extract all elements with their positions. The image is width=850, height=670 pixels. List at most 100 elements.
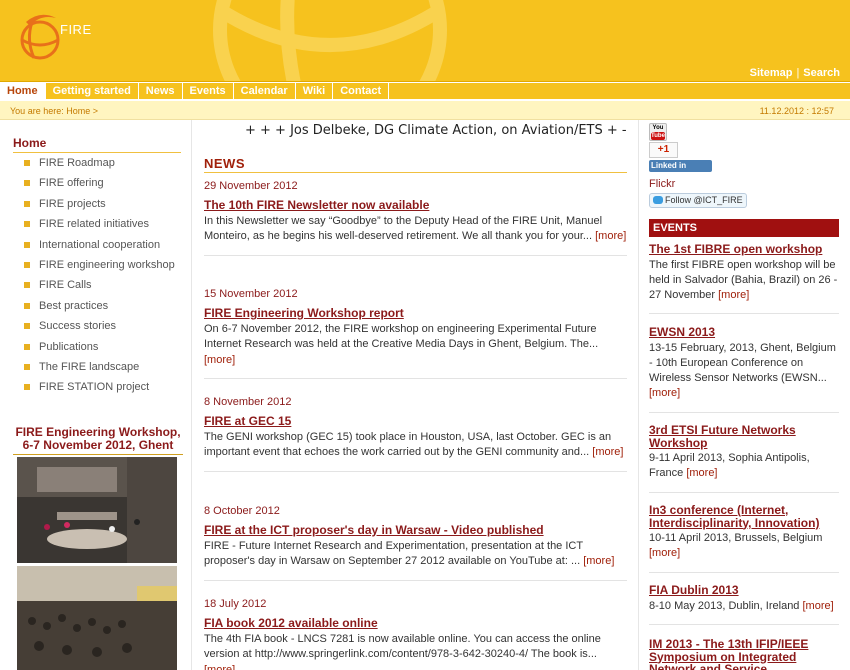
left-sidebar: Home FIRE Roadmap FIRE offering FIRE pro…: [0, 120, 192, 670]
nav-wiki[interactable]: Wiki: [296, 83, 334, 100]
event-more-link[interactable]: [more]: [686, 467, 717, 479]
news-item: 18 July 2012 FIA book 2012 available onl…: [204, 598, 627, 670]
sidebar-item-international-cooperation[interactable]: International cooperation: [24, 238, 175, 258]
event-more-link[interactable]: [more]: [803, 600, 834, 612]
news-title-link[interactable]: FIRE at GEC 15: [204, 414, 627, 430]
news-more-link[interactable]: [more]: [583, 555, 614, 567]
sidebar-item-calls[interactable]: FIRE Calls: [24, 278, 175, 298]
workshop-photo-2[interactable]: [17, 566, 177, 670]
news-more-link[interactable]: [more]: [592, 446, 623, 458]
sidebar-title[interactable]: Home: [13, 136, 181, 153]
bullet-icon: [24, 200, 30, 207]
divider: [649, 571, 839, 573]
divider: [204, 579, 627, 581]
google-plus-button[interactable]: +1: [649, 142, 678, 158]
bullet-icon: [24, 282, 30, 289]
workshop-photo-1[interactable]: [17, 457, 177, 563]
event-title-link[interactable]: FIA Dublin 2013: [649, 584, 839, 597]
twitter-bird-icon: [653, 196, 663, 204]
divider: [204, 377, 627, 379]
news-item: 8 November 2012 FIRE at GEC 15 The GENI …: [204, 396, 627, 472]
twitter-follow-button[interactable]: Follow @ICT_FIRE: [649, 193, 747, 208]
news-title-link[interactable]: FIRE Engineering Workshop report: [204, 306, 627, 322]
event-title-link[interactable]: EWSN 2013: [649, 326, 839, 339]
nav-calendar[interactable]: Calendar: [234, 83, 296, 100]
event-title-link[interactable]: IM 2013 - The 13th IFIP/IEEE Symposium o…: [649, 638, 839, 670]
sidebar-item-offering[interactable]: FIRE offering: [24, 176, 175, 196]
news-ticker[interactable]: + + + Jos Delbeke, DG Climate Action, on…: [245, 123, 627, 138]
event-item: FIA Dublin 2013 8-10 May 2013, Dublin, I…: [649, 584, 839, 625]
event-more-link[interactable]: [more]: [718, 289, 749, 301]
breadcrumb: You are here: Home > 11.12.2012 : 12:57: [0, 101, 850, 120]
event-item: In3 conference (Internet, Interdisciplin…: [649, 504, 839, 573]
fire-logo-icon[interactable]: [16, 10, 64, 68]
bullet-icon: [24, 160, 30, 166]
sitemap-link[interactable]: Sitemap: [750, 67, 793, 79]
breadcrumb-home-link[interactable]: Home >: [66, 106, 98, 116]
event-more-link[interactable]: [more]: [649, 547, 680, 559]
bullet-icon: [24, 241, 30, 248]
event-body: 10-11 April 2013, Brussels, Belgium [mor…: [649, 532, 823, 560]
news-more-link[interactable]: [more]: [595, 230, 626, 242]
event-item: The 1st FIBRE open workshop The first FI…: [649, 243, 839, 315]
sidebar-item-station-project[interactable]: FIRE STATION project: [24, 380, 175, 400]
news-date: 8 October 2012: [204, 505, 280, 517]
news-item: 8 October 2012 FIRE at the ICT proposer'…: [204, 505, 627, 581]
divider: [649, 313, 839, 315]
news-date: 8 November 2012: [204, 396, 292, 408]
sidebar-item-publications[interactable]: Publications: [24, 340, 175, 360]
news-body: In this Newsletter we say “Goodbye” to t…: [204, 215, 627, 243]
news-body: On 6-7 November 2012, the FIRE workshop …: [204, 323, 599, 366]
news-title-link[interactable]: FIA book 2012 available online: [204, 616, 627, 632]
nav-news[interactable]: News: [139, 83, 183, 100]
nav-events[interactable]: Events: [183, 83, 234, 100]
event-item: 3rd ETSI Future Networks Workshop 9-11 A…: [649, 424, 839, 493]
news-body: The 4th FIA book - LNCS 7281 is now avai…: [204, 632, 627, 670]
divider: [204, 254, 627, 256]
nav-contact[interactable]: Contact: [333, 83, 390, 100]
bullet-icon: [24, 384, 30, 391]
right-sidebar: You Tube +1 Linked in profile Flickr Foll…: [638, 120, 850, 670]
news-date: 15 November 2012: [204, 288, 298, 300]
event-item: IM 2013 - The 13th IFIP/IEEE Symposium o…: [649, 638, 839, 670]
nav-home[interactable]: Home: [0, 83, 46, 100]
sidebar-item-best-practices[interactable]: Best practices: [24, 299, 175, 319]
news-title-link[interactable]: The 10th FIRE Newsletter now available: [204, 198, 627, 214]
search-link[interactable]: Search: [803, 67, 840, 79]
nav-getting-started[interactable]: Getting started: [46, 83, 139, 100]
divider: [204, 470, 627, 472]
bullet-icon: [24, 221, 30, 228]
bullet-icon: [24, 343, 30, 350]
sidebar-item-success-stories[interactable]: Success stories: [24, 319, 175, 339]
news-section-title: NEWS: [204, 156, 627, 173]
sidebar-item-roadmap[interactable]: FIRE Roadmap: [24, 156, 175, 176]
youtube-icon[interactable]: You Tube: [649, 123, 667, 141]
news-date: 18 July 2012: [204, 598, 267, 610]
event-item: EWSN 2013 13-15 February, 2013, Ghent, B…: [649, 326, 839, 413]
event-more-link[interactable]: [more]: [649, 387, 680, 399]
event-body: 13-15 February, 2013, Ghent, Belgium - 1…: [649, 341, 836, 400]
news-body: FIRE - Future Internet Research and Expe…: [204, 540, 615, 568]
event-body: The first FIBRE open workshop will be he…: [649, 258, 838, 302]
current-datetime: 11.12.2012 : 12:57: [759, 106, 834, 116]
news-more-link[interactable]: [more]: [204, 664, 235, 670]
linkedin-profile-button[interactable]: Linked in profile: [649, 160, 712, 182]
workshop-title[interactable]: FIRE Engineering Workshop, 6-7 November …: [13, 426, 183, 455]
event-body: 8-10 May 2013, Dublin, Ireland [more]: [649, 599, 834, 612]
sidebar-item-landscape[interactable]: The FIRE landscape: [24, 360, 175, 380]
news-title-link[interactable]: FIRE at the ICT proposer's day in Warsaw…: [204, 523, 627, 539]
sidebar-item-projects[interactable]: FIRE projects: [24, 197, 175, 217]
event-title-link[interactable]: The 1st FIBRE open workshop: [649, 243, 839, 256]
bullet-icon: [24, 261, 30, 268]
divider: [649, 491, 839, 493]
main-content: + + + Jos Delbeke, DG Climate Action, on…: [193, 120, 637, 670]
bullet-icon: [24, 323, 30, 330]
sidebar-menu: FIRE Roadmap FIRE offering FIRE projects…: [24, 156, 175, 401]
event-title-link[interactable]: In3 conference (Internet, Interdisciplin…: [649, 504, 839, 529]
flickr-link[interactable]: Flickr: [649, 178, 675, 190]
globe-watermark-icon: [213, 0, 447, 81]
sidebar-item-related-initiatives[interactable]: FIRE related initiatives: [24, 217, 175, 237]
event-title-link[interactable]: 3rd ETSI Future Networks Workshop: [649, 424, 839, 449]
news-more-link[interactable]: [more]: [204, 354, 235, 366]
sidebar-item-engineering-workshop[interactable]: FIRE engineering workshop: [24, 258, 175, 278]
